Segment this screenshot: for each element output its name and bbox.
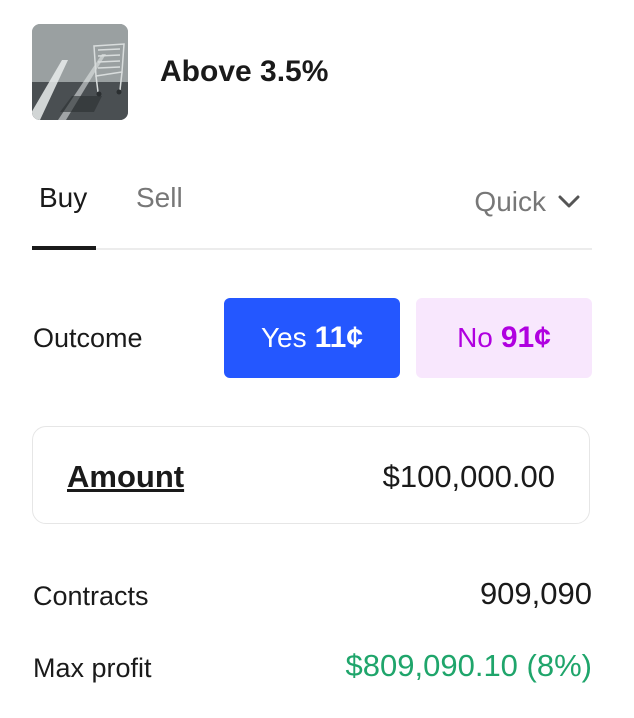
max-profit-value: $809,090.10 (8%) — [345, 648, 592, 683]
amount-input[interactable]: Amount $100,000.00 — [32, 426, 590, 524]
shopping-cart-photo — [32, 24, 128, 120]
contracts-label: Contracts — [33, 581, 149, 611]
active-tab-indicator — [32, 246, 96, 250]
market-thumbnail — [32, 24, 128, 120]
yes-outcome-button[interactable]: Yes 11¢ — [224, 298, 400, 378]
amount-label[interactable]: Amount — [67, 457, 184, 497]
yes-price: 11¢ — [314, 321, 364, 354]
outcome-label: Outcome — [33, 323, 143, 353]
order-type-label: Quick — [474, 186, 546, 217]
no-price: 91¢ — [500, 321, 551, 354]
yes-label: Yes — [260, 322, 307, 353]
order-type-dropdown[interactable]: Quick — [474, 184, 580, 220]
max-profit-label: Max profit — [33, 653, 152, 683]
chevron-down-icon — [558, 195, 580, 208]
market-title: Above 3.5% — [160, 55, 329, 88]
no-outcome-button[interactable]: No 91¢ — [416, 298, 592, 378]
trade-tabs: Buy Sell Quick — [32, 172, 592, 250]
tab-sell[interactable]: Sell — [136, 180, 183, 216]
tab-buy[interactable]: Buy — [39, 180, 87, 216]
amount-value[interactable]: $100,000.00 — [383, 457, 555, 497]
contracts-value: 909,090 — [479, 576, 592, 611]
no-label: No — [457, 322, 493, 353]
